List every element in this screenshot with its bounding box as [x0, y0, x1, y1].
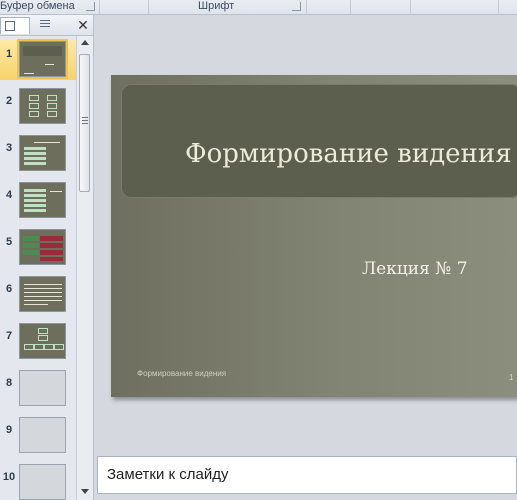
- slide-thumbnail-list: 1 2 3 4 5 6 7 8 9 10: [0, 36, 76, 500]
- slide-preview: [19, 464, 66, 500]
- scrollbar-thumb[interactable]: [79, 54, 90, 192]
- slide-number-label: 1: [509, 373, 514, 382]
- slide-number: 3: [5, 142, 13, 154]
- ribbon-separator: [148, 0, 149, 14]
- slide-thumbnail-5[interactable]: 5: [0, 228, 76, 268]
- slide-thumbnail-2[interactable]: 2: [0, 87, 76, 127]
- slide-preview: [19, 182, 66, 218]
- slide-number: 6: [5, 283, 13, 295]
- ribbon-separator: [350, 0, 351, 14]
- slide-thumbnail-1[interactable]: 1: [0, 39, 76, 80]
- notes-placeholder: Заметки к слайду: [107, 466, 229, 483]
- slide-number: 5: [5, 236, 13, 248]
- slide-title[interactable]: Формирование видения: [185, 139, 512, 169]
- slide-preview: [19, 229, 66, 265]
- scroll-up-icon[interactable]: [81, 40, 89, 45]
- slides-pane-header: ✕: [0, 15, 93, 36]
- slide-editing-area: Формирование видения Лекция № 7 Формиров…: [95, 15, 517, 453]
- slide-thumbnail-4[interactable]: 4: [0, 181, 76, 221]
- slides-pane: ✕ 1 2 3 4 5 6 7 8 9 10: [0, 15, 94, 500]
- slide-number: 2: [5, 95, 13, 107]
- slide-preview: [19, 323, 66, 359]
- notes-pane[interactable]: Заметки к слайду: [97, 456, 517, 494]
- slide-thumbnail-8[interactable]: 8: [0, 369, 76, 409]
- close-icon[interactable]: ✕: [75, 17, 91, 33]
- ribbon-separator: [99, 0, 100, 14]
- thumbnail-scrollbar[interactable]: [76, 36, 93, 500]
- slide-subtitle[interactable]: Лекция № 7: [362, 259, 468, 279]
- outline-tab-icon: [40, 20, 50, 29]
- slide-number: 1: [5, 48, 13, 60]
- slide-thumbnail-3[interactable]: 3: [0, 134, 76, 174]
- slide-number: 8: [5, 377, 13, 389]
- scroll-down-icon[interactable]: [81, 489, 89, 494]
- slide-footer: Формирование видения: [137, 369, 227, 378]
- slide-preview: [19, 88, 66, 124]
- slide-preview: [19, 370, 66, 406]
- font-dialog-launcher-icon[interactable]: [292, 2, 301, 11]
- ribbon-group-labels: Буфер обмена Шрифт: [0, 0, 517, 15]
- current-slide[interactable]: Формирование видения Лекция № 7 Формиров…: [111, 75, 517, 397]
- slides-tab-icon: [5, 21, 15, 31]
- font-group-label: Шрифт: [198, 0, 235, 12]
- slide-preview: [19, 135, 66, 171]
- slide-thumbnail-6[interactable]: 6: [0, 275, 76, 315]
- ribbon-separator: [306, 0, 307, 14]
- tab-outline[interactable]: [30, 17, 58, 33]
- slide-preview: [19, 276, 66, 312]
- slide-number: 9: [5, 424, 13, 436]
- slide-number: 10: [2, 471, 16, 483]
- slide-number: 7: [5, 330, 13, 342]
- tab-slides[interactable]: [0, 17, 30, 34]
- ribbon-separator: [410, 0, 411, 14]
- slide-preview: [19, 417, 66, 453]
- slide-thumbnail-7[interactable]: 7: [0, 322, 76, 362]
- clipboard-group-label: Буфер обмена: [0, 0, 75, 12]
- slide-number: 4: [5, 189, 13, 201]
- slide-thumbnail-10[interactable]: 10: [0, 463, 76, 500]
- clipboard-dialog-launcher-icon[interactable]: [86, 2, 95, 11]
- grip-icon: [82, 117, 88, 125]
- slide-preview: [17, 39, 68, 79]
- slide-thumbnail-9[interactable]: 9: [0, 416, 76, 456]
- ribbon-separator: [498, 0, 499, 14]
